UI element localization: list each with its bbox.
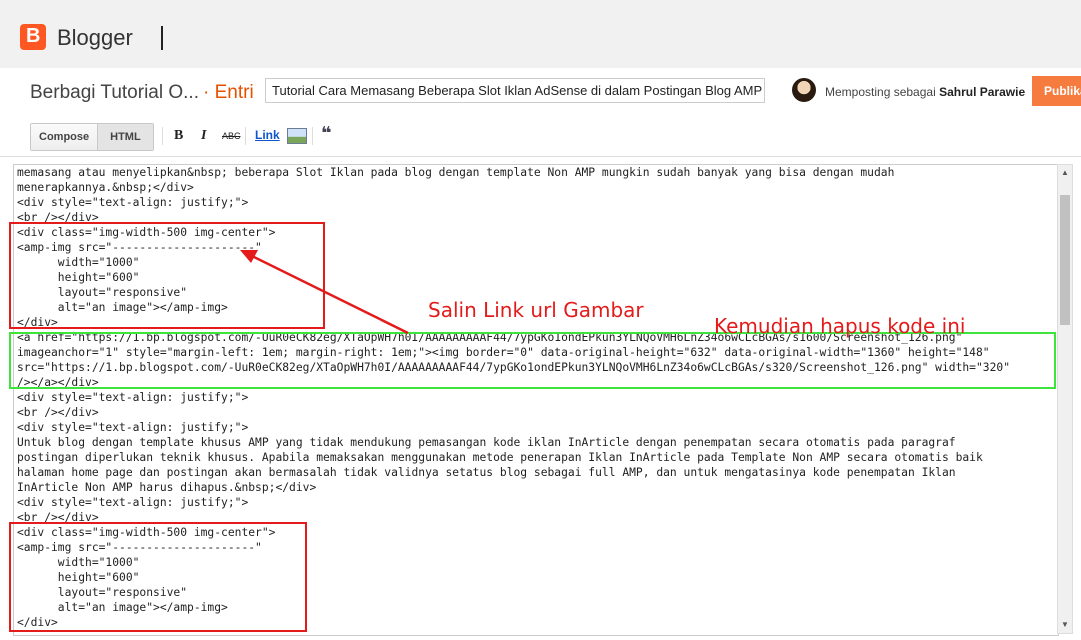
annotation-delete-code: Kemudian hapus kode ini — [714, 314, 966, 338]
annotation-copy-link: Salin Link url Gambar — [428, 298, 644, 322]
